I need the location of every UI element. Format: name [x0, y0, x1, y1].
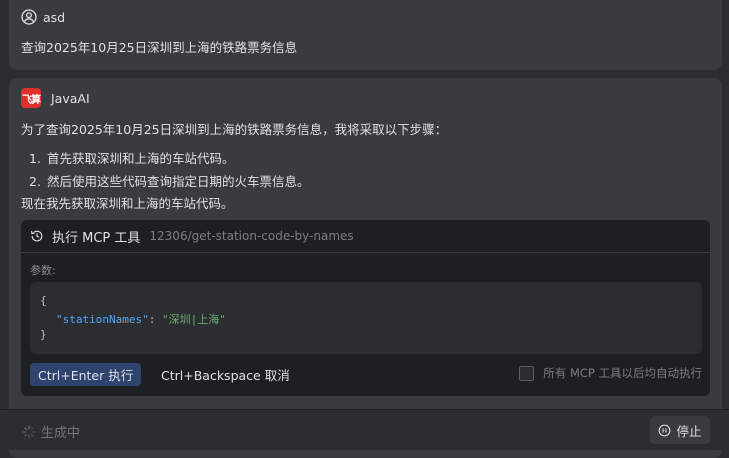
footer-bar: 生成中 停止	[0, 409, 729, 450]
user-header: asd	[21, 9, 65, 25]
params-label: 参数:	[30, 264, 56, 277]
cancel-button[interactable]: Ctrl+Backspace 取消	[157, 363, 294, 386]
list-item: 2. 然后使用这些代码查询指定日期的火车票信息。	[21, 171, 310, 190]
code-open-brace: {	[40, 294, 47, 307]
user-message-text: 查询2025年10月25日深圳到上海的铁路票务信息	[21, 40, 298, 55]
user-circle-icon	[21, 9, 37, 25]
list-item-text: 首先获取深圳和上海的车站代码。	[47, 151, 235, 166]
list-number: 2.	[29, 174, 41, 189]
ai-message-card: 飞算 JavaAI 为了查询2025年10月25日深圳到上海的铁路票务信息，我将…	[9, 78, 722, 458]
auto-execute-label: 所有 MCP 工具以后均自动执行	[543, 366, 702, 380]
javaai-logo: 飞算	[21, 88, 41, 108]
ai-header: 飞算 JavaAI	[21, 88, 90, 108]
stop-label: 停止	[676, 423, 702, 439]
spinner-icon	[22, 425, 36, 439]
list-item: 1. 首先获取深圳和上海的车站代码。	[21, 148, 235, 167]
params-code-block: { "stationNames": "深圳|上海" }	[30, 282, 702, 354]
ai-intro-text: 为了查询2025年10月25日深圳到上海的铁路票务信息，我将采取以下步骤：	[21, 122, 448, 137]
generating-status: 生成中	[22, 422, 80, 441]
json-key: "stationNames"	[56, 313, 149, 326]
auto-execute-checkbox[interactable]	[519, 365, 535, 381]
execute-button[interactable]: Ctrl+Enter 执行	[30, 363, 142, 386]
ai-name: JavaAI	[51, 90, 90, 106]
tool-title: 执行 MCP 工具	[52, 230, 141, 246]
username: asd	[43, 9, 66, 25]
logo-text: 飞算	[22, 94, 41, 106]
stop-button[interactable]: 停止	[650, 416, 710, 444]
user-message-card: asd 查询2025年10月25日深圳到上海的铁路票务信息	[9, 0, 722, 70]
tool-header: 执行 MCP 工具 12306/get-station-code-by-name…	[21, 220, 710, 253]
ai-closing-text: 现在我先获取深圳和上海的车站代码。	[21, 196, 234, 211]
code-param-line: "stationNames": "深圳|上海"	[56, 311, 226, 327]
list-number: 1.	[29, 151, 41, 166]
pause-circle-icon	[658, 424, 671, 437]
mcp-tool-panel: 执行 MCP 工具 12306/get-station-code-by-name…	[21, 220, 710, 396]
generating-label: 生成中	[41, 426, 81, 441]
auto-execute-option[interactable]: 所有 MCP 工具以后均自动执行	[519, 365, 702, 381]
history-icon	[30, 229, 44, 243]
json-colon: :	[148, 313, 162, 326]
tool-name: 12306/get-station-code-by-names	[149, 229, 354, 243]
list-item-text: 然后使用这些代码查询指定日期的火车票信息。	[47, 174, 310, 189]
json-value: "深圳|上海"	[161, 313, 226, 326]
code-close-brace: }	[40, 328, 47, 341]
